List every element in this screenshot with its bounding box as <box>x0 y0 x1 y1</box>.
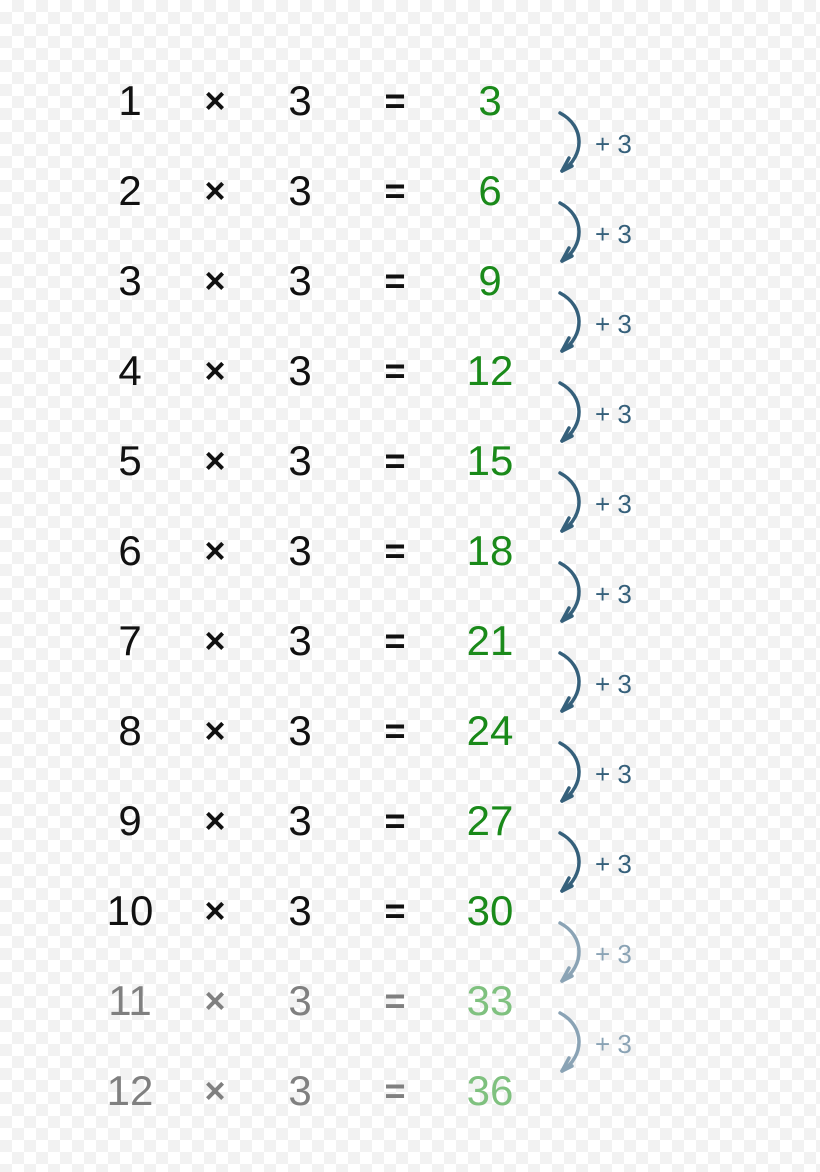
equals-sign: = <box>340 620 450 662</box>
equals-sign: = <box>340 1070 450 1112</box>
equation-row: 10×3=30 <box>90 866 690 956</box>
multiplicand: 8 <box>90 707 170 755</box>
equals-sign: = <box>340 710 450 752</box>
multiplicand: 6 <box>90 527 170 575</box>
equation-row: 1×3=3 <box>90 56 690 146</box>
equals-sign: = <box>340 350 450 392</box>
equals-sign: = <box>340 440 450 482</box>
multiplicand: 10 <box>90 887 170 935</box>
multiplicand: 4 <box>90 347 170 395</box>
equation-row: 8×3=24 <box>90 686 690 776</box>
multiplicand: 2 <box>90 167 170 215</box>
equation-row: 9×3=27 <box>90 776 690 866</box>
multiply-sign: × <box>170 620 260 662</box>
multiply-sign: × <box>170 1070 260 1112</box>
product: 3 <box>450 77 530 125</box>
multiplier: 3 <box>260 797 340 845</box>
multiplier: 3 <box>260 257 340 305</box>
multiplier: 3 <box>260 437 340 485</box>
product: 18 <box>450 527 530 575</box>
multiplicand: 12 <box>90 1067 170 1115</box>
multiplicand: 1 <box>90 77 170 125</box>
multiplier: 3 <box>260 347 340 395</box>
product: 15 <box>450 437 530 485</box>
multiply-sign: × <box>170 710 260 752</box>
equation-row: 12×3=36 <box>90 1046 690 1136</box>
multiplier: 3 <box>260 617 340 665</box>
equation-row: 3×3=9 <box>90 236 690 326</box>
product: 27 <box>450 797 530 845</box>
multiplicand: 7 <box>90 617 170 665</box>
equation-row: 7×3=21 <box>90 596 690 686</box>
multiplier: 3 <box>260 167 340 215</box>
product: 12 <box>450 347 530 395</box>
multiplicand: 5 <box>90 437 170 485</box>
equals-sign: = <box>340 530 450 572</box>
equals-sign: = <box>340 80 450 122</box>
multiply-sign: × <box>170 80 260 122</box>
multiplier: 3 <box>260 77 340 125</box>
multiply-sign: × <box>170 170 260 212</box>
multiply-sign: × <box>170 260 260 302</box>
equals-sign: = <box>340 170 450 212</box>
multiplicand: 11 <box>90 977 170 1025</box>
multiply-sign: × <box>170 440 260 482</box>
equals-sign: = <box>340 890 450 932</box>
multiplier: 3 <box>260 887 340 935</box>
equation-row: 11×3=33 <box>90 956 690 1046</box>
multiplier: 3 <box>260 977 340 1025</box>
multiply-sign: × <box>170 890 260 932</box>
product: 36 <box>450 1067 530 1115</box>
equals-sign: = <box>340 980 450 1022</box>
multiply-sign: × <box>170 800 260 842</box>
product: 24 <box>450 707 530 755</box>
equation-row: 2×3=6 <box>90 146 690 236</box>
equals-sign: = <box>340 800 450 842</box>
multiplier: 3 <box>260 1067 340 1115</box>
product: 33 <box>450 977 530 1025</box>
product: 30 <box>450 887 530 935</box>
multiply-sign: × <box>170 350 260 392</box>
multiplier: 3 <box>260 527 340 575</box>
equals-sign: = <box>340 260 450 302</box>
equation-row: 5×3=15 <box>90 416 690 506</box>
multiplicand: 3 <box>90 257 170 305</box>
multiply-sign: × <box>170 530 260 572</box>
product: 9 <box>450 257 530 305</box>
multiplicand: 9 <box>90 797 170 845</box>
product: 6 <box>450 167 530 215</box>
equation-row: 6×3=18 <box>90 506 690 596</box>
times-table-diagram: 1×3=32×3=63×3=94×3=125×3=156×3=187×3=218… <box>0 0 820 1172</box>
equation-row: 4×3=12 <box>90 326 690 416</box>
multiplier: 3 <box>260 707 340 755</box>
multiply-sign: × <box>170 980 260 1022</box>
product: 21 <box>450 617 530 665</box>
